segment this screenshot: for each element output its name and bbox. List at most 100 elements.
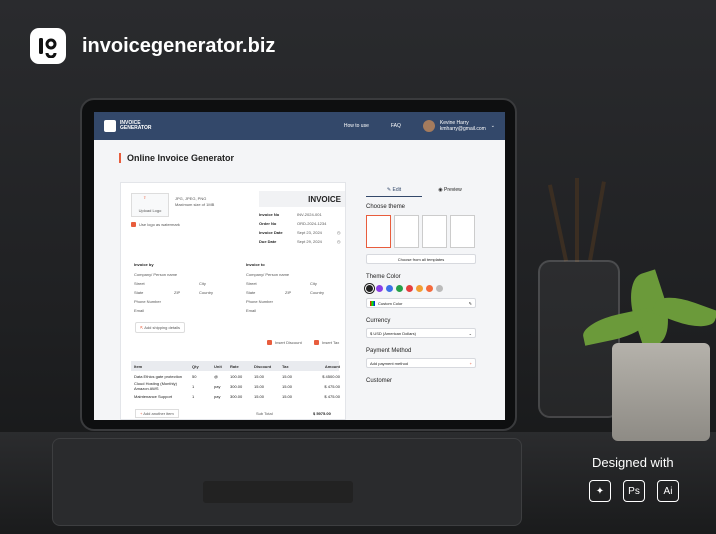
by-company-field[interactable]: Company/ Person name (134, 272, 177, 277)
to-city-field[interactable]: City (310, 281, 317, 286)
table-row[interactable]: Maintenance Support 1 pay 300.00 15.00 15.00 $… (131, 391, 340, 401)
col-item: Item (134, 363, 143, 369)
color-swatch[interactable] (436, 285, 443, 292)
by-street-field[interactable]: Street (134, 281, 145, 286)
color-swatch[interactable] (426, 285, 433, 292)
discount-cell[interactable]: 15.00 (254, 374, 282, 379)
col-amount: Amount (324, 363, 340, 369)
truck-icon: ⇱ (140, 325, 144, 330)
to-state-field[interactable]: State (246, 290, 255, 295)
by-state-field[interactable]: State (134, 290, 143, 295)
items-table: Item Qty Unit Rate Discount Tax Amount Data Et… (131, 361, 340, 401)
checkbox-checked (314, 340, 319, 346)
keyboard (52, 438, 522, 526)
discount-cell[interactable]: 15.00 (254, 394, 282, 399)
due-date-value[interactable]: Sept 29, 2024 (297, 239, 322, 244)
color-swatch[interactable] (366, 285, 373, 292)
theme-card[interactable] (366, 215, 391, 248)
invoice-no-value[interactable]: INV-2024-001 (297, 212, 322, 217)
to-phone-field[interactable]: Phone Number (246, 299, 273, 304)
item-cell[interactable]: Cloud Hosting (Monthly) Amazon AWS (134, 381, 192, 391)
customer-label: Customer (366, 378, 393, 384)
top-navigation: INVOICE GENERATOR How to use FAQ Kevine H… (94, 112, 505, 140)
color-swatch[interactable] (376, 285, 383, 292)
insert-tax-label: Insert Tax (322, 340, 340, 345)
add-item-button[interactable]: + Add another item (135, 409, 179, 418)
app-logo[interactable]: INVOICE GENERATOR (104, 120, 151, 132)
tax-cell[interactable]: 15.00 (282, 394, 304, 399)
qty-cell[interactable]: 1 (192, 394, 214, 399)
to-country-field[interactable]: Country (310, 290, 324, 295)
col-discount: Discount (254, 363, 272, 369)
figma-icon: ✦ (589, 480, 611, 502)
order-no-label: Order No (259, 221, 277, 226)
by-country-field[interactable]: Country (199, 290, 213, 295)
by-email-field[interactable]: Email (134, 308, 144, 313)
add-item-label: Add another item (143, 411, 174, 416)
unit-cell[interactable]: @ (214, 374, 230, 379)
chevron-down-icon: ⌄ (490, 123, 495, 129)
amount-cell: $ 475.00 (324, 393, 340, 399)
tax-cell[interactable]: 15.00 (282, 384, 304, 389)
discount-cell[interactable]: 15.00 (254, 384, 282, 389)
table-row[interactable]: Cloud Hosting (Monthly) Amazon AWS 1 pay 30… (131, 381, 340, 391)
rate-cell[interactable]: 300.00 (230, 384, 254, 389)
to-zip-field[interactable]: ZIP (285, 290, 291, 295)
item-cell[interactable]: Maintenance Support (134, 394, 192, 399)
upload-label: Upload Logo (138, 208, 162, 213)
plant-pot (612, 343, 710, 441)
insert-tax-checkbox[interactable]: Insert Tax (314, 340, 340, 346)
rate-cell[interactable]: 300.00 (230, 394, 254, 399)
user-menu[interactable]: Kevine Harry kmharry@gmail.com ⌄ (422, 120, 495, 132)
checkbox-checked (131, 222, 136, 228)
color-swatch[interactable] (416, 285, 423, 292)
amount-cell: $ 4500.00 (322, 373, 340, 379)
calendar-icon[interactable]: ◷ (337, 230, 341, 235)
logo-line2: GENERATOR (120, 125, 152, 131)
pencil-decoration (547, 184, 569, 262)
order-no-value[interactable]: ORD-2024-1234 (297, 221, 326, 226)
currency-select[interactable]: $ USD (American Dollars) ⌄ (366, 328, 476, 338)
tab-edit[interactable]: ✎ Edit (366, 184, 422, 197)
user-email: kmharry@gmail.com (439, 126, 486, 132)
to-email-field[interactable]: Email (246, 308, 256, 313)
by-phone-field[interactable]: Phone Number (134, 299, 161, 304)
by-city-field[interactable]: City (199, 281, 206, 286)
color-swatch[interactable] (386, 285, 393, 292)
to-company-field[interactable]: Company/ Person name (246, 272, 289, 277)
invoice-date-value[interactable]: Sept 23, 2024 (297, 230, 322, 235)
by-zip-field[interactable]: ZIP (174, 290, 180, 295)
choose-all-templates-button[interactable]: Choose from all templates (366, 254, 476, 264)
qty-cell[interactable]: 50 (192, 374, 214, 379)
table-row[interactable]: Data Ethics gate protection 50 @100.00 15.0… (131, 371, 340, 381)
theme-card[interactable] (422, 215, 447, 248)
tax-cell[interactable]: 15.00 (282, 374, 304, 379)
design-tools: ✦ Ps Ai (589, 480, 679, 502)
rate-cell[interactable]: 100.00 (230, 374, 254, 379)
theme-card[interactable] (450, 215, 475, 248)
to-street-field[interactable]: Street (246, 281, 257, 286)
nav-faq[interactable]: FAQ (391, 123, 401, 129)
tab-preview[interactable]: ◉ Preview (422, 184, 478, 196)
payment-method-button[interactable]: Add payment method + (366, 358, 476, 368)
panel-tabs: ✎ Edit ◉ Preview (366, 184, 480, 197)
color-swatch[interactable] (396, 285, 403, 292)
calendar-icon[interactable]: ◷ (337, 239, 341, 244)
qty-cell[interactable]: 1 (192, 384, 214, 389)
watermark-checkbox[interactable]: Use logo as watermark (131, 222, 180, 228)
item-cell[interactable]: Data Ethics gate protection (134, 374, 192, 379)
unit-cell[interactable]: pay (214, 394, 230, 399)
insert-discount-checkbox[interactable]: Insert Discount (267, 340, 302, 346)
tablet-device: INVOICE GENERATOR How to use FAQ Kevine H… (80, 98, 517, 431)
photoshop-icon: Ps (623, 480, 645, 502)
nav-how-to-use[interactable]: How to use (344, 123, 369, 129)
unit-cell[interactable]: pay (214, 384, 230, 389)
add-shipping-button[interactable]: ⇱ Add shipping details (135, 322, 186, 333)
plus-icon: + (469, 360, 472, 366)
theme-card[interactable] (394, 215, 419, 248)
upload-logo-button[interactable]: Upload Logo (131, 193, 169, 217)
plus-icon: + (140, 411, 143, 416)
custom-color-button[interactable]: Custom Color ✎ (366, 298, 476, 308)
invoice-editor: Upload Logo ⇪ JPG, JPEG, PNG Maximum siz… (120, 182, 346, 420)
color-swatch[interactable] (406, 285, 413, 292)
